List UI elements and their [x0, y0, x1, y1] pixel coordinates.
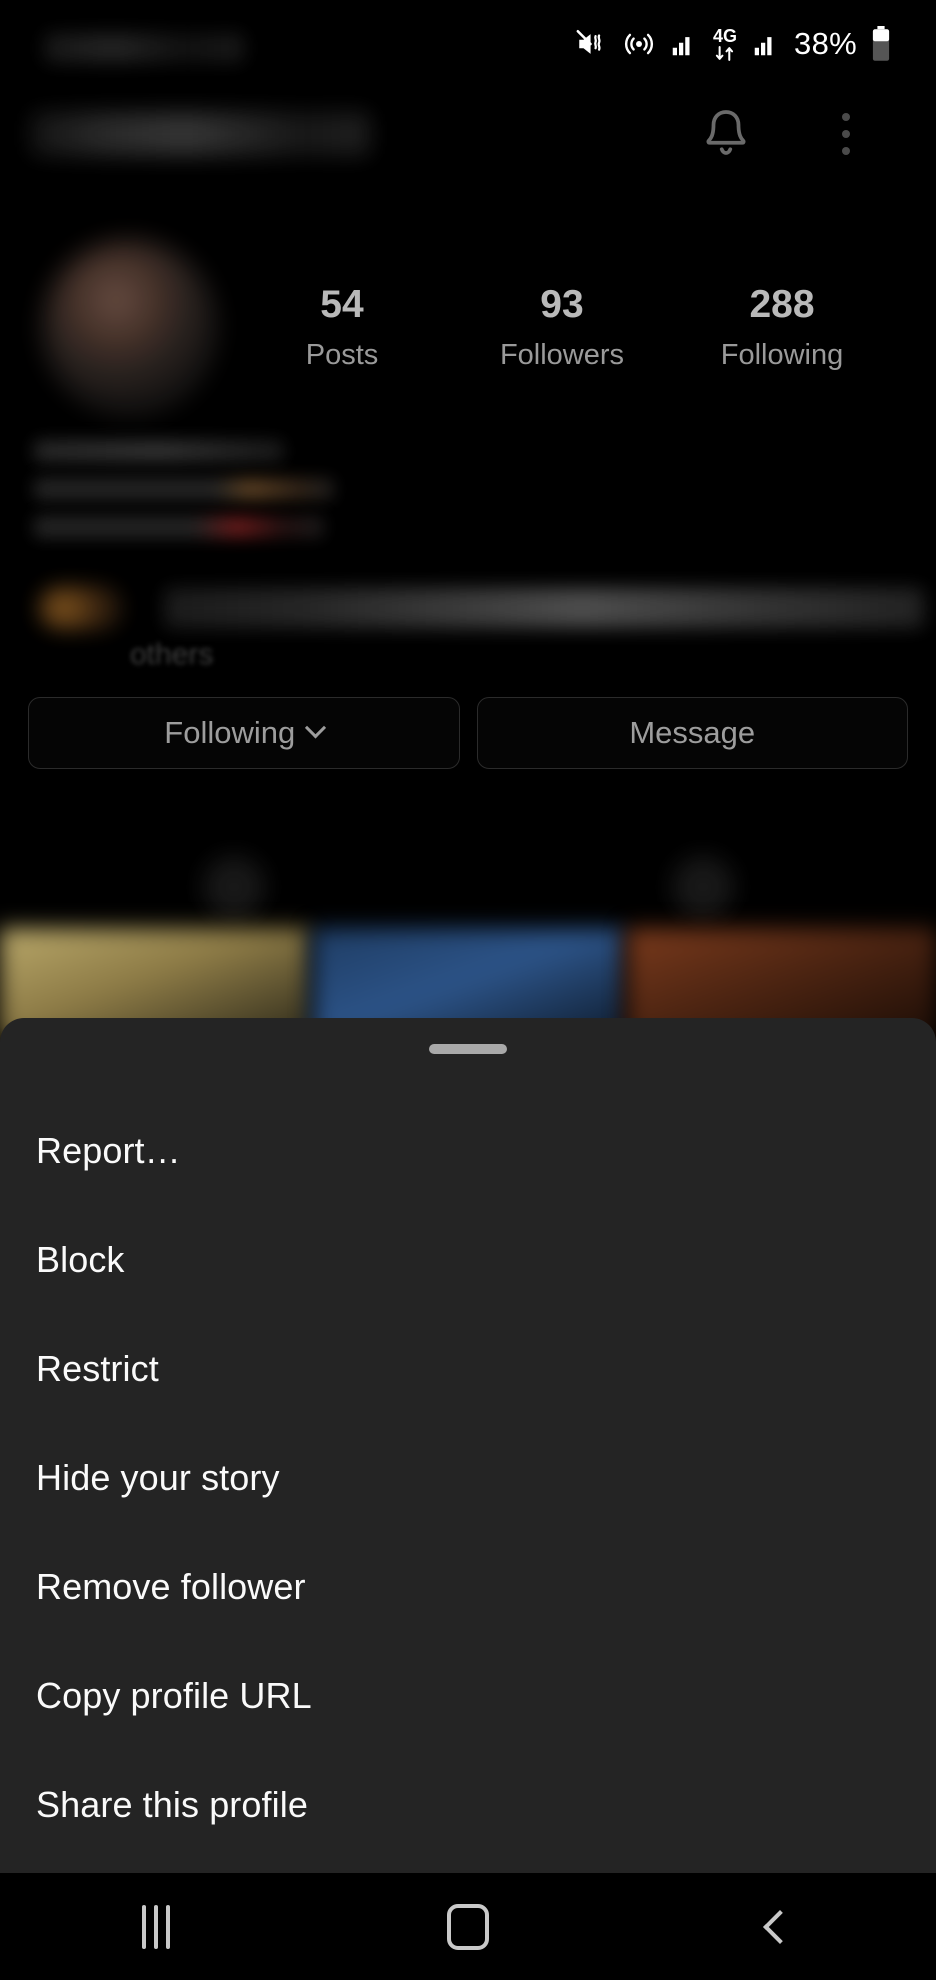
profile-top-bar [0, 88, 936, 180]
kebab-menu-icon[interactable] [818, 104, 874, 164]
status-bar-carrier-blurred [44, 33, 244, 63]
recents-bar-1 [142, 1904, 146, 1949]
menu-item-block[interactable]: Block [0, 1205, 936, 1314]
bell-icon[interactable] [696, 104, 756, 164]
stat-posts[interactable]: 54 Posts [232, 283, 452, 372]
profile-username-blurred[interactable] [30, 112, 370, 156]
bio-line-2 [34, 478, 334, 500]
home-button[interactable] [312, 1873, 624, 1980]
message-button[interactable]: Message [476, 697, 908, 769]
network-type-label: 4G [713, 26, 738, 46]
drag-handle[interactable] [429, 1044, 507, 1054]
following-button[interactable]: Following [28, 697, 460, 769]
profile-bio-blurred [34, 440, 394, 555]
home-icon [447, 1903, 489, 1950]
menu-item-label: Report… [36, 1129, 181, 1171]
chevron-down-icon [305, 716, 327, 738]
status-bar: 4G 38% [0, 0, 936, 88]
menu-item-label: Copy profile URL [36, 1674, 312, 1716]
bio-line-3 [34, 516, 324, 538]
mutual-followers-text-blurred [164, 588, 924, 628]
menu-item-share-this-profile[interactable]: Share this profile [0, 1750, 936, 1859]
recents-icon [142, 1904, 170, 1949]
stat-followers[interactable]: 93 Followers [452, 283, 672, 372]
stat-posts-label: Posts [305, 338, 379, 371]
message-button-label: Message [629, 715, 756, 750]
menu-item-label: Restrict [36, 1347, 159, 1389]
menu-item-label: Share this profile [36, 1783, 308, 1825]
battery-icon [870, 26, 892, 62]
following-button-label: Following [164, 715, 296, 750]
menu-item-label: Block [36, 1238, 125, 1280]
bottom-sheet: Report… Block Restrict Hide your story R… [0, 1018, 936, 1873]
recents-bar-3 [166, 1904, 170, 1949]
bottom-sheet-menu: Report… Block Restrict Hide your story R… [0, 1096, 936, 1859]
mute-vibrate-icon [575, 27, 609, 61]
mutual-followers-avatars [38, 586, 124, 630]
4g-icon: 4G [712, 27, 738, 61]
profile-action-buttons: Following Message [28, 697, 908, 769]
stat-following[interactable]: 288 Following [672, 283, 892, 372]
tab-tagged-icon[interactable] [672, 856, 734, 918]
kebab-dot-1 [842, 113, 850, 121]
menu-item-restrict[interactable]: Restrict [0, 1314, 936, 1423]
profile-stats: 54 Posts 93 Followers 288 Following [232, 283, 892, 372]
stat-posts-value: 54 [320, 283, 364, 326]
signal-bars-icon [669, 29, 699, 59]
hotspot-icon [622, 27, 656, 61]
menu-item-report[interactable]: Report… [0, 1096, 936, 1205]
menu-item-copy-profile-url[interactable]: Copy profile URL [0, 1641, 936, 1750]
kebab-dot-2 [842, 130, 850, 138]
mutual-followers-others-label: others [130, 638, 214, 671]
menu-item-label: Hide your story [36, 1456, 280, 1498]
recents-bar-2 [154, 1904, 158, 1949]
stat-followers-value: 93 [540, 283, 584, 326]
bio-line-1 [34, 440, 284, 462]
stat-following-value: 288 [749, 283, 815, 326]
stat-following-label: Following [720, 338, 844, 371]
phone-screen: 4G 38% 54 Posts 93 Followers 288 Followi… [0, 0, 936, 1980]
android-nav-bar [0, 1873, 936, 1980]
mutual-followers-row[interactable] [34, 582, 924, 640]
battery-percent-label: 38% [794, 26, 857, 61]
stat-followers-label: Followers [499, 338, 625, 371]
recents-button[interactable] [0, 1873, 312, 1980]
avatar[interactable] [42, 240, 218, 416]
tab-grid-icon[interactable] [203, 856, 265, 918]
back-icon [763, 1909, 797, 1944]
menu-item-remove-follower[interactable]: Remove follower [0, 1532, 936, 1641]
back-button[interactable] [624, 1873, 936, 1980]
menu-item-label: Remove follower [36, 1565, 306, 1607]
profile-tabs [0, 840, 936, 940]
kebab-dot-3 [842, 147, 850, 155]
signal-bars-2-icon [751, 29, 781, 59]
menu-item-hide-your-story[interactable]: Hide your story [0, 1423, 936, 1532]
